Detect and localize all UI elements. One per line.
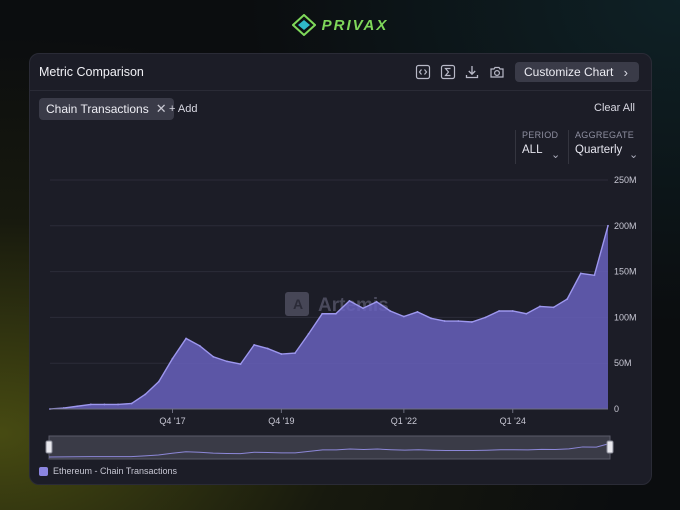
area-chart[interactable]: A Artemis 250M200M150M100M50M0 Q4 '17Q4 …: [30, 172, 651, 464]
data-point: [593, 274, 596, 277]
metric-chip[interactable]: Chain Transactions ✕: [39, 98, 174, 120]
brand-name: PRIVAX: [321, 16, 389, 34]
close-icon[interactable]: ✕: [156, 101, 167, 117]
data-point: [484, 316, 487, 319]
data-point: [579, 272, 582, 275]
sigma-icon[interactable]: [440, 64, 456, 80]
data-point: [307, 332, 310, 335]
period-label: PERIOD: [522, 130, 559, 140]
y-tick-label: 50M: [614, 358, 632, 368]
navigator-handle[interactable]: [45, 440, 53, 454]
data-point: [457, 320, 460, 322]
metric-chip-label: Chain Transactions: [46, 102, 149, 116]
chevron-down-icon: ⌄: [551, 149, 561, 161]
data-point: [416, 311, 419, 313]
x-axis-ticks: Q4 '17 Q4 '19 Q1 '22 Q1 '24: [159, 409, 526, 426]
data-point: [375, 300, 378, 303]
privax-logo-icon: [291, 14, 316, 36]
data-point: [266, 347, 269, 350]
y-tick-label: 150M: [614, 267, 637, 277]
data-point: [511, 310, 514, 312]
x-tick-label: Q4 '17: [159, 416, 185, 426]
data-point: [253, 343, 256, 346]
x-tick-label: Q1 '24: [500, 416, 526, 426]
data-point: [539, 305, 541, 308]
data-point: [89, 403, 92, 406]
card-header: Metric Comparison Customize Chart ›: [30, 54, 651, 91]
camera-icon[interactable]: [489, 64, 505, 80]
legend-label: Ethereum - Chain Transactions: [53, 466, 178, 476]
legend-swatch: [39, 466, 48, 476]
data-point: [280, 353, 283, 355]
embed-icon[interactable]: [415, 64, 431, 80]
chevron-right-icon: ›: [623, 65, 628, 80]
data-point: [239, 363, 242, 366]
data-point: [185, 337, 188, 340]
data-point: [76, 405, 79, 408]
data-point: [498, 310, 501, 312]
chevron-down-icon: ⌄: [629, 149, 639, 161]
data-point: [430, 317, 432, 320]
data-point: [144, 393, 147, 396]
data-point: [212, 355, 215, 358]
data-point: [226, 360, 228, 363]
aggregate-label: AGGREGATE: [575, 130, 635, 140]
data-point: [552, 306, 555, 309]
y-tick-label: 200M: [614, 221, 637, 231]
legend[interactable]: Ethereum - Chain Transactions: [39, 466, 177, 476]
data-point: [566, 298, 569, 300]
aggregate-select[interactable]: AGGREGATE Quarterly ⌄: [568, 130, 642, 164]
data-point: [402, 315, 405, 318]
y-tick-label: 250M: [614, 175, 637, 185]
data-point: [130, 402, 133, 405]
customize-chart-button[interactable]: Customize Chart ›: [515, 62, 639, 82]
data-point: [389, 310, 392, 312]
data-point: [334, 312, 337, 315]
data-point: [103, 403, 106, 406]
y-axis-ticks: 250M 200M 150M 100M 50M 0: [614, 175, 637, 414]
data-point: [443, 320, 446, 322]
metric-card: Metric Comparison Customize Chart › Chai…: [29, 53, 652, 485]
svg-text:A: A: [293, 296, 303, 312]
brand: PRIVAX: [0, 14, 680, 36]
data-point: [321, 312, 324, 315]
data-point: [607, 224, 609, 227]
data-point: [117, 403, 119, 406]
x-tick-label: Q4 '19: [268, 416, 294, 426]
customize-chart-label: Customize Chart: [524, 65, 614, 79]
data-point: [198, 344, 201, 347]
data-point: [157, 380, 160, 383]
clear-all-button[interactable]: Clear All: [594, 102, 635, 114]
period-select[interactable]: PERIOD ALL ⌄: [515, 130, 565, 164]
data-point: [348, 300, 351, 302]
data-point: [171, 357, 174, 360]
data-point: [525, 312, 528, 315]
card-title: Metric Comparison: [39, 65, 144, 79]
data-point: [294, 352, 296, 355]
x-tick-label: Q1 '22: [391, 416, 417, 426]
y-tick-label: 100M: [614, 312, 637, 322]
add-metric-button[interactable]: + Add: [169, 103, 197, 115]
data-point: [471, 321, 473, 323]
range-navigator[interactable]: [45, 435, 614, 460]
navigator-window[interactable]: [48, 435, 611, 460]
data-point: [362, 307, 364, 310]
y-tick-label: 0: [614, 404, 619, 414]
navigator-handle[interactable]: [606, 440, 614, 454]
download-icon[interactable]: [464, 64, 480, 80]
